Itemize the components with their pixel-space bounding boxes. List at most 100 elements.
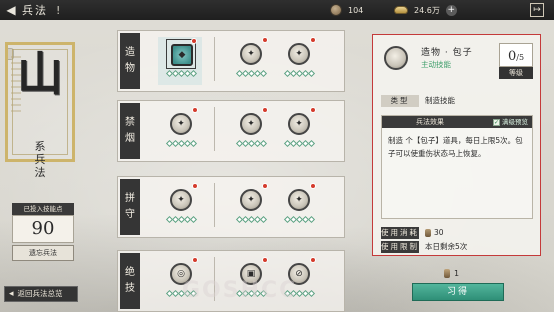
ingot-resource: 24.6万 +: [394, 2, 464, 18]
rank-diamonds: [164, 69, 198, 79]
cost-key: 使用消耗: [381, 227, 419, 239]
skill-frame: ✦: [284, 183, 316, 215]
rank-diamond-icon: [307, 215, 315, 224]
hourglass-resource: 104: [330, 2, 392, 18]
skill-glyph: ✦: [295, 49, 303, 59]
return-label: 返回兵法总览: [17, 289, 63, 298]
rank-diamonds: [164, 215, 198, 225]
notification-dot-icon: [191, 38, 197, 44]
skill-frame: ✦: [166, 107, 198, 139]
chevron-left-icon: ◂: [9, 289, 14, 299]
effect-header: 兵法效果 ✓ 满级预览: [382, 116, 532, 128]
skill-slot[interactable]: ✦: [234, 183, 268, 231]
skill-slot[interactable]: ✦: [164, 107, 198, 155]
skill-icon: ✦: [288, 113, 310, 135]
chevron-left-icon: ◀: [6, 3, 16, 17]
skill-slot[interactable]: ✦: [282, 183, 316, 231]
page-title: 兵法: [22, 4, 48, 17]
notification-dot-icon: [262, 183, 268, 189]
row-divider: [214, 37, 215, 81]
exit-button[interactable]: ↦: [530, 3, 544, 17]
cost-value: 30: [434, 228, 444, 237]
rank-diamonds: [282, 139, 316, 149]
skill-frame: ✦: [166, 183, 198, 215]
notification-dot-icon: [192, 257, 198, 263]
effect-title: 兵法效果: [416, 118, 444, 126]
exit-icon: ↦: [533, 5, 541, 15]
watermark: GOSHCC: [182, 278, 298, 303]
row-label: 造物: [120, 33, 140, 89]
skill-glyph: ✦: [247, 119, 255, 129]
skill-glyph: ✦: [295, 119, 303, 129]
info-icon[interactable]: !: [56, 4, 60, 17]
learn-cost-value: 1: [454, 268, 460, 278]
rank-diamond-icon: [259, 69, 267, 78]
skill-detail-panel: 造物 · 包子 主动技能 0/5 等级 类型 制造技能 兵法效果 ✓ 满级预览 …: [372, 34, 541, 256]
school-seal-char: 山: [17, 47, 63, 101]
skill-icon: ◆: [171, 44, 193, 66]
skill-slot[interactable]: ✦: [234, 107, 268, 155]
notification-dot-icon: [262, 37, 268, 43]
skill-icon: ✦: [170, 189, 192, 211]
skill-frame: ✦: [236, 37, 268, 69]
skill-icon: ✦: [240, 189, 262, 211]
rank-diamond-icon: [259, 139, 267, 148]
skill-slot[interactable]: ✦: [164, 183, 198, 231]
skill-slot[interactable]: ◆: [158, 37, 202, 85]
skill-glyph: ✦: [247, 49, 255, 59]
rank-diamonds: [164, 139, 198, 149]
category-row: 类型 制造技能: [381, 95, 533, 107]
max-level-preview-toggle[interactable]: ✓ 满级预览: [493, 116, 528, 128]
skill-icon: ✦: [240, 113, 262, 135]
notification-dot-icon: [310, 107, 316, 113]
bun-icon: [384, 46, 408, 70]
rank-diamond-icon: [189, 215, 197, 224]
skill-row: 拼守 ✦ ✦ ✦: [117, 176, 345, 238]
ingot-value: 24.6万: [414, 5, 440, 15]
rank-diamonds: [282, 69, 316, 79]
rank-diamond-icon: [259, 215, 267, 224]
school-label: 系兵法: [34, 140, 46, 179]
rank-diamonds: [234, 215, 268, 225]
skill-slot[interactable]: ✦: [282, 37, 316, 85]
skill-row: 造物 ◆ ✦ ✦: [117, 30, 345, 92]
hourglass-value: 104: [348, 5, 364, 15]
skill-slot[interactable]: ✦: [282, 107, 316, 155]
level-number: 0/5: [499, 43, 533, 67]
limit-value: 本日剩余5次: [425, 242, 468, 251]
checkbox-icon: ✓: [493, 118, 500, 126]
cost-row: 使用消耗 30: [381, 227, 533, 239]
level-box: 0/5 等级: [499, 43, 533, 83]
skill-frame: ✦: [284, 37, 316, 69]
notification-dot-icon: [192, 107, 198, 113]
return-overview-button[interactable]: ◂ 返回兵法总览: [4, 286, 78, 302]
skill-glyph: ◆: [178, 50, 186, 60]
rank-diamond-icon: [307, 139, 315, 148]
back-button[interactable]: ◀: [0, 0, 22, 20]
skill-icon: ✦: [240, 43, 262, 65]
add-currency-button[interactable]: +: [445, 4, 457, 16]
rank-diamonds: [234, 139, 268, 149]
notification-dot-icon: [192, 183, 198, 189]
skill-name: 造物 · 包子: [421, 48, 473, 58]
skill-type: 主动技能: [421, 60, 451, 69]
reset-skills-button[interactable]: 遗忘兵法: [12, 245, 74, 261]
detail-skill-icon: [381, 43, 411, 73]
row-label-text: 绝技: [125, 267, 135, 294]
hourglass-icon: [444, 268, 450, 278]
category-key: 类型: [381, 95, 419, 107]
learn-button[interactable]: 习得: [412, 283, 504, 301]
skill-row: 禁烟 ✦ ✦ ✦: [117, 100, 345, 162]
row-label: 绝技: [120, 253, 140, 309]
skill-frame: ✦: [236, 107, 268, 139]
rank-diamond-icon: [189, 139, 197, 148]
skill-slot[interactable]: ✦: [234, 37, 268, 85]
hourglass-icon: [330, 4, 342, 16]
skill-frame: ✦: [236, 183, 268, 215]
rank-diamond-icon: [307, 69, 315, 78]
row-label: 拼守: [120, 179, 140, 235]
level-max: 5: [518, 53, 525, 62]
skill-icon: ✦: [170, 113, 192, 135]
skill-glyph: ✦: [177, 119, 185, 129]
skill-icon: ✦: [288, 43, 310, 65]
